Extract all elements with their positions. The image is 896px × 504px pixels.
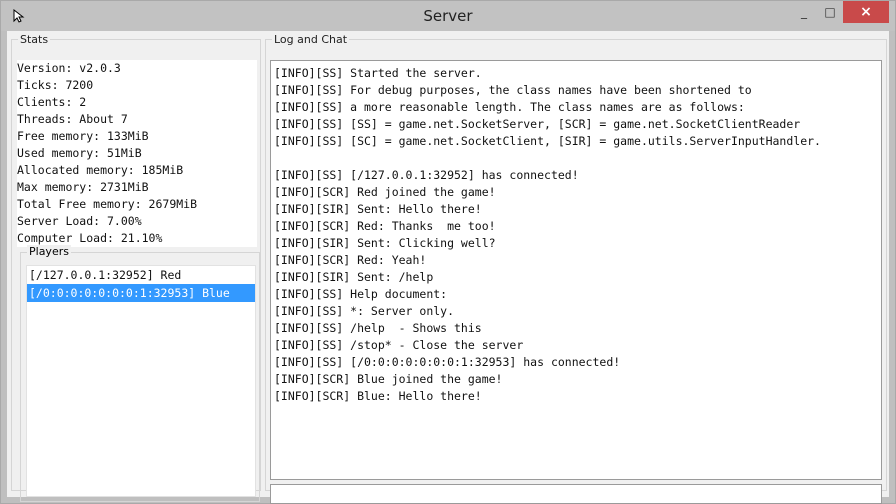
stat-allocated-memory: Allocated memory: 185MiB [17,163,184,177]
log-line: [INFO][SS] Help document: [274,287,448,301]
title-bar[interactable]: Server _ □ × [1,1,895,31]
stats-panel: Version: v2.0.3 Ticks: 7200 Clients: 2 T… [17,60,257,247]
log-line: [INFO][SIR] Sent: Hello there! [274,202,482,216]
client-area: Stats Version: v2.0.3 Ticks: 7200 Client… [7,31,889,504]
log-line: [INFO][SS] /stop* - Close the server [274,338,524,352]
log-line: [INFO][SS] [/127.0.0.1:32952] has connec… [274,168,579,182]
log-line: [INFO][SCR] Blue joined the game! [274,372,503,386]
stat-used-memory: Used memory: 51MiB [17,146,142,160]
log-line: [INFO][SS] [SC] = game.net.SocketClient,… [274,134,821,148]
maximize-button[interactable]: □ [817,1,843,23]
log-line: [INFO][SIR] Sent: Clicking well? [274,236,496,250]
stat-free-memory: Free memory: 133MiB [17,129,149,143]
stat-total-free-memory: Total Free memory: 2679MiB [17,197,198,211]
log-line: [INFO][SCR] Blue: Hello there! [274,389,482,403]
players-list[interactable]: [/127.0.0.1:32952] Red [/0:0:0:0:0:0:0:1… [26,265,256,497]
log-line: [INFO][SS] [/0:0:0:0:0:0:0:1:32953] has … [274,355,621,369]
players-legend: Players [27,245,71,258]
stat-threads: Threads: About 7 [17,112,128,126]
stats-legend: Stats [20,33,49,46]
chat-input[interactable] [270,484,882,504]
stat-max-memory: Max memory: 2731MiB [17,180,149,194]
stat-ticks: Ticks: 7200 [17,78,94,92]
log-line: [INFO][SCR] Red: Thanks me too! [274,219,496,233]
close-button[interactable]: × [843,1,889,23]
log-group: Log and Chat [INFO][SS] Started the serv… [265,33,887,504]
log-line: [INFO][SCR] Red: Yeah! [274,253,427,267]
player-item-blue[interactable]: [/0:0:0:0:0:0:0:1:32953] Blue [27,284,255,302]
log-line: [INFO][SS] [SS] = game.net.SocketServer,… [274,117,801,131]
window-title: Server [423,7,473,25]
log-line: [INFO][SS] a more reasonable length. The… [274,100,745,114]
server-window: Server _ □ × Stats Version: v2.0.3 Ticks… [0,0,896,504]
log-legend: Log and Chat [274,33,348,46]
stats-group: Stats Version: v2.0.3 Ticks: 7200 Client… [11,33,261,502]
log-line: [INFO][SIR] Sent: /help [274,270,434,284]
log-line: [INFO][SS] Started the server. [274,66,482,80]
log-line: [INFO][SS] For debug purposes, the class… [274,83,752,97]
stat-version: Version: v2.0.3 [17,61,121,75]
log-text-area[interactable]: [INFO][SS] Started the server. [INFO][SS… [270,60,882,480]
stat-server-load: Server Load: 7.00% [17,214,142,228]
log-line: [INFO][SS] *: Server only. [274,304,455,318]
log-line: [INFO][SCR] Red joined the game! [274,185,496,199]
player-item-red[interactable]: [/127.0.0.1:32952] Red [27,266,255,284]
stat-clients: Clients: 2 [17,95,87,109]
players-group: Players [/127.0.0.1:32952] Red [/0:0:0:0… [20,245,260,502]
log-line: [INFO][SS] /help - Shows this [274,321,482,335]
minimize-button[interactable]: _ [791,1,817,23]
